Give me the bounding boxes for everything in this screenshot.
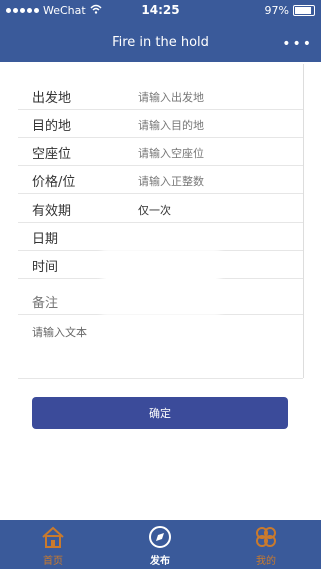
tab-publish[interactable]: 发布 (130, 524, 190, 569)
obscured-region (106, 292, 216, 312)
top-bar: WeChat 14:25 97% Fire in the hold ••• (0, 0, 321, 62)
bottom-tab-bar: 首页 发布 我的 (0, 520, 321, 569)
tab-home-label: 首页 (43, 556, 63, 567)
price-input[interactable]: 请输入正整数 (138, 173, 204, 189)
destination-input[interactable]: 请输入目的地 (138, 117, 204, 133)
clover-icon (236, 524, 296, 550)
price-label: 价格/位 (32, 175, 76, 190)
form-row-destination[interactable]: 目的地 请输入目的地 (18, 109, 303, 138)
remark-placeholder: 请输入文本 (32, 326, 87, 339)
tab-home[interactable]: 首页 (23, 524, 83, 569)
battery-percent: 97% (264, 4, 289, 17)
tab-publish-label: 发布 (150, 556, 170, 567)
form-row-seats[interactable]: 空座位 请输入空座位 (18, 137, 303, 166)
time-label: 时间 (32, 260, 59, 275)
departure-input[interactable]: 请输入出发地 (138, 89, 204, 105)
form-row-validity[interactable]: 有效期 仅一次 (18, 194, 303, 223)
form-row-date[interactable]: 日期 (18, 222, 303, 251)
remark-textarea[interactable]: 请输入文本 (18, 316, 303, 379)
validity-picker[interactable]: 仅一次 (138, 202, 171, 218)
tab-me-label: 我的 (256, 556, 276, 567)
destination-label: 目的地 (32, 119, 72, 134)
departure-label: 出发地 (32, 91, 72, 106)
confirm-button[interactable]: 确定 (32, 397, 288, 429)
status-bar: WeChat 14:25 97% (0, 0, 321, 22)
seats-input[interactable]: 请输入空座位 (138, 145, 204, 161)
page-title: Fire in the hold (112, 35, 209, 50)
date-label: 日期 (32, 232, 59, 247)
tab-me[interactable]: 我的 (236, 524, 296, 569)
form-row-departure[interactable]: 出发地 请输入出发地 (18, 81, 303, 110)
seats-label: 空座位 (32, 147, 72, 162)
remark-label: 备注 (32, 296, 59, 311)
status-right: 97% (265, 4, 315, 17)
validity-label: 有效期 (32, 204, 72, 219)
form-row-price[interactable]: 价格/位 请输入正整数 (18, 165, 303, 194)
obscured-region (106, 252, 216, 288)
battery-icon (293, 5, 315, 16)
home-icon (23, 524, 83, 550)
compass-icon (130, 524, 190, 550)
more-menu-button[interactable]: ••• (282, 36, 313, 52)
